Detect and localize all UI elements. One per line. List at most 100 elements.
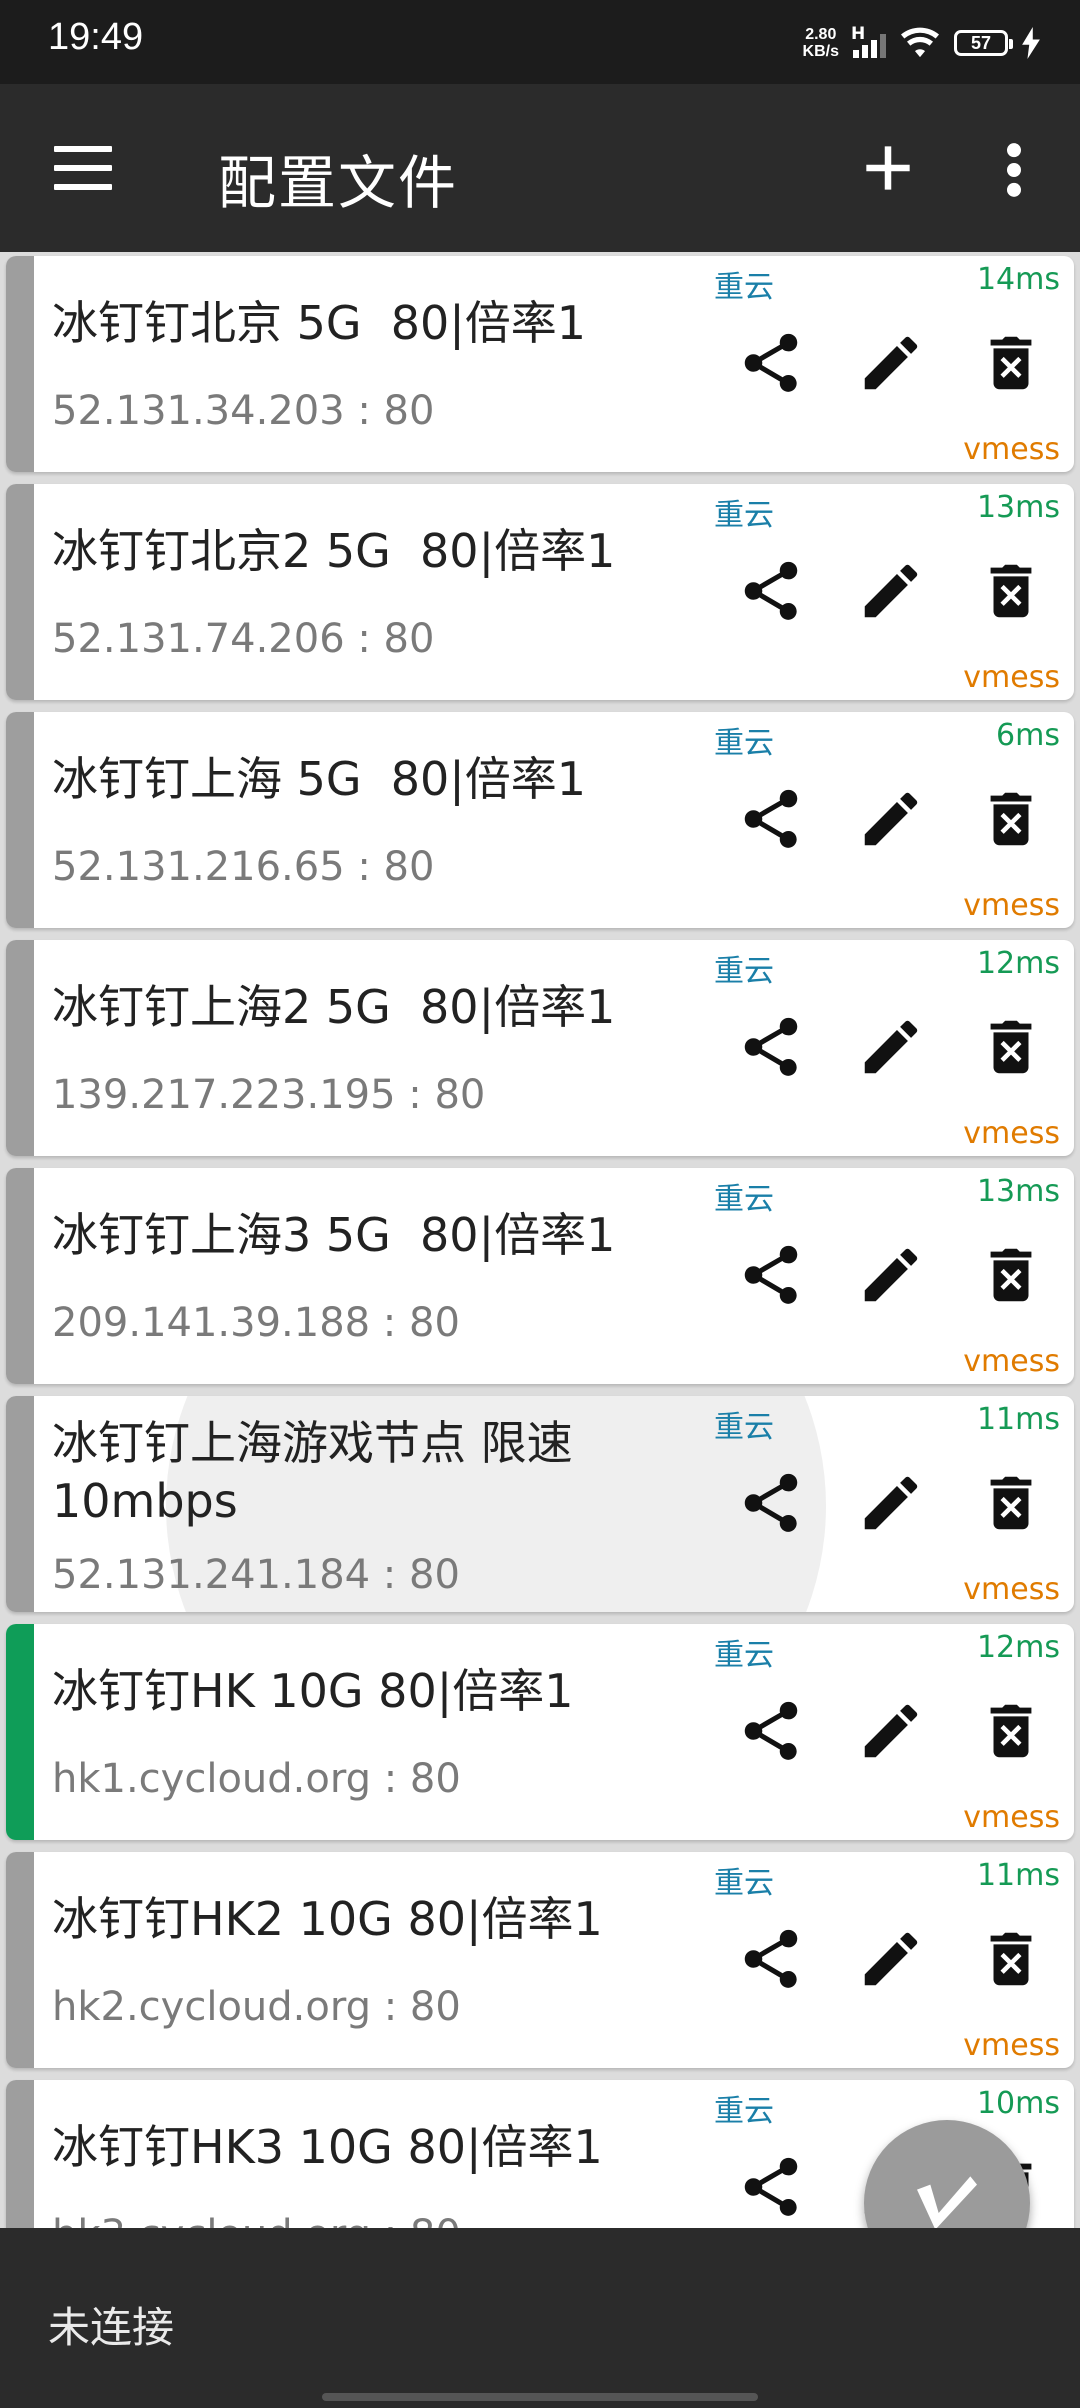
edit-icon[interactable] (856, 1240, 926, 1310)
delete-icon[interactable] (976, 1924, 1046, 1994)
edit-icon[interactable] (856, 1924, 926, 1994)
latency-label: 14ms (976, 262, 1060, 297)
gesture-nav-handle[interactable] (322, 2393, 758, 2401)
delete-icon[interactable] (976, 784, 1046, 854)
protocol-label: vmess (963, 1572, 1060, 1607)
cell-signal-icon: H (851, 24, 886, 58)
server-name: 冰钉钉北京 5G 80|倍率1 (52, 296, 587, 350)
latency-label: 11ms (976, 1858, 1060, 1893)
server-name: 冰钉钉上海2 5G 80|倍率1 (52, 980, 616, 1034)
latency-label: 12ms (976, 946, 1060, 981)
server-actions (736, 784, 1056, 854)
server-actions (736, 1924, 1056, 1994)
subscription-label: 重云 (714, 2094, 774, 2129)
selection-indicator (6, 940, 34, 1156)
status-bar: 19:49 2.80 KB/s H 57 (0, 0, 1080, 84)
share-icon[interactable] (736, 1924, 806, 1994)
selection-indicator (6, 1396, 34, 1612)
protocol-label: vmess (963, 2028, 1060, 2063)
more-options-icon[interactable] (1000, 142, 1028, 198)
share-icon[interactable] (736, 1240, 806, 1310)
delete-icon[interactable] (976, 1696, 1046, 1766)
selection-indicator (6, 712, 34, 928)
delete-icon[interactable] (976, 1468, 1046, 1538)
delete-icon[interactable] (976, 1012, 1046, 1082)
connection-status: 未连接 (48, 2303, 175, 2352)
add-icon[interactable] (862, 142, 914, 194)
protocol-label: vmess (963, 1800, 1060, 1835)
selection-indicator (6, 256, 34, 472)
share-icon[interactable] (736, 784, 806, 854)
server-card[interactable]: 冰钉钉北京 5G 80|倍率1 52.131.34.203 : 80 重云 14ms v… (6, 256, 1074, 472)
server-actions (736, 1012, 1056, 1082)
edit-icon[interactable] (856, 1012, 926, 1082)
server-card[interactable]: 冰钉钉上海 5G 80|倍率1 52.131.216.65 : 80 重云 6ms vm… (6, 712, 1074, 928)
server-card[interactable]: 冰钉钉上海2 5G 80|倍率1 139.217.223.195 : 80 重云 12… (6, 940, 1074, 1156)
delete-icon[interactable] (976, 556, 1046, 626)
delete-icon[interactable] (976, 328, 1046, 398)
bottom-status-bar[interactable]: 未连接 (0, 2228, 1080, 2408)
edit-icon[interactable] (856, 784, 926, 854)
protocol-label: vmess (963, 660, 1060, 695)
edit-icon[interactable] (856, 1468, 926, 1538)
network-type: H (851, 24, 866, 44)
subscription-label: 重云 (714, 270, 774, 305)
selection-indicator (6, 1168, 34, 1384)
server-card[interactable]: 冰钉钉HK 10G 80|倍率1 hk1.cycloud.org : 80 重云 12… (6, 1624, 1074, 1840)
share-icon[interactable] (736, 2152, 806, 2222)
latency-label: 6ms (996, 718, 1060, 753)
server-list[interactable]: 冰钉钉北京 5G 80|倍率1 52.131.34.203 : 80 重云 14ms v… (0, 252, 1080, 2228)
server-address: 52.131.34.203 : 80 (52, 388, 435, 434)
server-address: 52.131.216.65 : 80 (52, 844, 435, 890)
server-actions (736, 1696, 1056, 1766)
server-card[interactable]: 冰钉钉HK2 10G 80|倍率1 hk2.cycloud.org : 80 重云 1… (6, 1852, 1074, 2068)
selection-indicator (6, 2080, 34, 2228)
subscription-label: 重云 (714, 1866, 774, 1901)
selection-indicator (6, 1852, 34, 2068)
net-speed-indicator: 2.80 KB/s (803, 26, 839, 60)
server-name: 冰钉钉上海 5G 80|倍率1 (52, 752, 587, 806)
server-card[interactable]: 冰钉钉上海游戏节点 限速 10mbps 52.131.241.184 : 80 重云… (6, 1396, 1074, 1612)
edit-icon[interactable] (856, 556, 926, 626)
server-name: 冰钉钉北京2 5G 80|倍率1 (52, 524, 616, 578)
share-icon[interactable] (736, 328, 806, 398)
server-actions (736, 328, 1056, 398)
protocol-label: vmess (963, 432, 1060, 467)
protocol-label: vmess (963, 1116, 1060, 1151)
protocol-label: vmess (963, 1344, 1060, 1379)
server-address: 52.131.74.206 : 80 (52, 616, 435, 662)
server-name: 冰钉钉HK3 10G 80|倍率1 (52, 2120, 603, 2174)
delete-icon[interactable] (976, 1240, 1046, 1310)
server-card[interactable]: 冰钉钉北京2 5G 80|倍率1 52.131.74.206 : 80 重云 13ms… (6, 484, 1074, 700)
edit-icon[interactable] (856, 328, 926, 398)
share-icon[interactable] (736, 556, 806, 626)
latency-label: 11ms (976, 1402, 1060, 1437)
subscription-label: 重云 (714, 1638, 774, 1673)
server-card[interactable]: 冰钉钉上海3 5G 80|倍率1 209.141.39.188 : 80 重云 13m… (6, 1168, 1074, 1384)
page-title: 配置文件 (218, 149, 459, 217)
server-address: hk2.cycloud.org : 80 (52, 1984, 461, 2030)
battery-level: 57 (970, 32, 992, 53)
edit-icon[interactable] (856, 1696, 926, 1766)
subscription-label: 重云 (714, 1410, 774, 1445)
server-address: 209.141.39.188 : 80 (52, 1300, 460, 1346)
net-speed-unit: KB/s (802, 43, 839, 60)
server-name: 冰钉钉上海3 5G 80|倍率1 (52, 1208, 616, 1262)
app-bar: 配置文件 (0, 84, 1080, 252)
server-actions (736, 1240, 1056, 1310)
share-icon[interactable] (736, 1468, 806, 1538)
subscription-label: 重云 (714, 498, 774, 533)
latency-label: 13ms (976, 1174, 1060, 1209)
latency-label: 13ms (976, 490, 1060, 525)
share-icon[interactable] (736, 1012, 806, 1082)
share-icon[interactable] (736, 1696, 806, 1766)
server-address: hk1.cycloud.org : 80 (52, 1756, 461, 1802)
subscription-label: 重云 (714, 954, 774, 989)
charging-icon (1022, 27, 1040, 59)
server-actions (736, 1468, 1056, 1538)
wifi-icon (901, 27, 939, 58)
server-name: 冰钉钉HK2 10G 80|倍率1 (52, 1892, 603, 1946)
latency-label: 10ms (976, 2086, 1060, 2121)
server-address: 52.131.241.184 : 80 (52, 1552, 460, 1598)
menu-icon[interactable] (54, 146, 112, 190)
